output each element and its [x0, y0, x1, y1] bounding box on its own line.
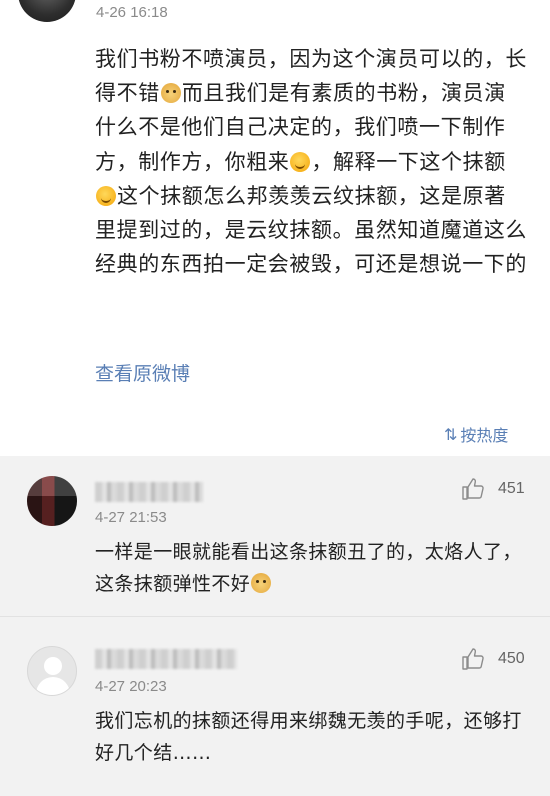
like-count: 451 [498, 480, 525, 497]
view-original-weibo-link[interactable]: 查看原微博 [95, 359, 190, 386]
comment-text-segment: 我们忘机的抹额还得用来绑魏无羡的手呢，还够打好几个结…… [95, 710, 522, 764]
weibo-post: 4-26 16:18 我们书粉不喷演员，因为这个演员可以的，长得不错 而且我们是有… [0, 0, 550, 448]
sort-label: 按热度 [460, 426, 509, 445]
post-body-text: 我们书粉不喷演员，因为这个演员可以的，长得不错 而且我们是有素质的书粉，演员演什么… [95, 42, 527, 281]
post-text-segment: 这个抹额怎么邦羡羡云纹抹额，这是原著里提到过的，是云纹抹额。虽然知道魔道这么经典… [95, 183, 527, 277]
comment-text: 我们忘机的抹额还得用来绑魏无羡的手呢，还够打好几个结…… [95, 705, 535, 769]
commenter-avatar[interactable] [27, 476, 77, 526]
comment-item: 4-27 21:53 451 一样是一眼就能看出这条抹额丑了的，太烙人了，这条抹… [0, 456, 550, 616]
doge-emoji-icon [251, 573, 272, 593]
commenter-name-blurred[interactable] [95, 482, 203, 502]
thumbs-up-icon [462, 648, 484, 670]
commenter-avatar[interactable] [27, 646, 77, 696]
thumbs-up-icon [462, 478, 484, 500]
smile-emoji-icon [290, 151, 311, 172]
sort-icon: ⇅ [444, 424, 458, 444]
comment-list: 4-27 21:53 451 一样是一眼就能看出这条抹额丑了的，太烙人了，这条抹… [0, 456, 550, 796]
comment-text: 一样是一眼就能看出这条抹额丑了的，太烙人了，这条抹额弹性不好 [95, 536, 535, 600]
like-count: 450 [498, 650, 525, 667]
post-timestamp: 4-26 16:18 [96, 4, 168, 21]
post-text-segment: ，解释一下这个抹额 [311, 149, 506, 174]
comment-timestamp: 4-27 20:23 [95, 678, 167, 695]
comment-divider [0, 616, 550, 617]
comment-timestamp: 4-27 21:53 [95, 509, 167, 526]
post-author-avatar[interactable] [18, 0, 76, 22]
comment-item: 4-27 20:23 450 我们忘机的抹额还得用来绑魏无羡的手呢，还够打好几个… [0, 626, 550, 796]
smile-emoji-icon [96, 185, 116, 206]
commenter-name-blurred[interactable] [95, 649, 237, 669]
like-button[interactable]: 450 [461, 647, 525, 671]
like-button[interactable]: 451 [461, 477, 525, 501]
sort-by-hot-button[interactable]: ⇅ 按热度 [444, 422, 508, 446]
comment-text-segment: 一样是一眼就能看出这条抹额丑了的，太烙人了，这条抹额弹性不好 [95, 541, 522, 595]
doge-emoji-icon [160, 83, 181, 104]
